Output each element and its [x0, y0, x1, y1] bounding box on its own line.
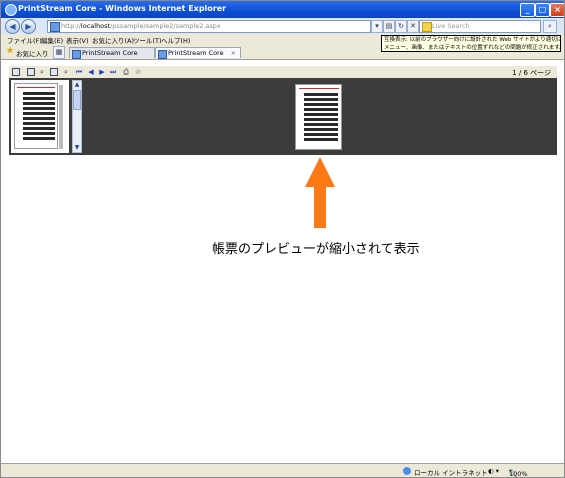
search-icon[interactable]: ⌕	[543, 20, 557, 33]
tab-1[interactable]: PrintStream Core	[69, 47, 155, 59]
scroll-up-icon[interactable]: ▲	[73, 81, 81, 89]
menu-file[interactable]: ファイル(F)	[7, 35, 42, 45]
save-icon[interactable]	[12, 68, 20, 76]
thumbnail-scrollbar[interactable]: ▲ ▼	[72, 80, 82, 153]
url-prefix: http://	[61, 22, 81, 30]
ie-icon	[5, 4, 17, 16]
last-page-icon[interactable]: ⏭	[109, 68, 117, 76]
back-button[interactable]: ◀	[5, 19, 20, 34]
page-content	[23, 92, 55, 142]
tab-2[interactable]: PrintStream Core ×	[155, 47, 241, 59]
stop-icon[interactable]: ⊘	[134, 68, 142, 76]
page-header-rule	[17, 87, 55, 88]
browser-window: PrintStream Core - Windows Internet Expl…	[0, 0, 565, 478]
menu-favorites[interactable]: お気に入り(A)	[92, 35, 134, 45]
quick-tabs-icon[interactable]: ▦	[53, 46, 65, 59]
page-indicator: 1 / 6 ページ	[512, 69, 551, 77]
tab-label: PrintStream Core	[82, 49, 138, 57]
protected-mode-icon[interactable]: ◐ ▾	[488, 467, 499, 475]
thumbnail-page[interactable]	[14, 83, 58, 149]
favorites-star-icon: ★	[6, 46, 15, 56]
arrow-shaft	[314, 186, 326, 228]
page-shadow	[59, 85, 63, 149]
thumbnail-icon[interactable]	[27, 68, 35, 76]
preview-area: ▲ ▼	[9, 78, 557, 155]
intranet-icon	[403, 467, 411, 475]
annotation-caption: 帳票のプレビューが縮小されて表示	[212, 242, 420, 257]
preview-page	[295, 84, 342, 150]
compat-tooltip: 互換表示: 以前のブラウザー向けに設計された Web サイトがより適切に表示され…	[381, 35, 561, 52]
live-search-icon	[422, 22, 432, 32]
prev-page-icon[interactable]: ◀	[87, 68, 95, 76]
refresh-icon[interactable]: ↻	[395, 20, 407, 33]
arrow-up-icon	[305, 157, 335, 187]
forward-button[interactable]: ▶	[21, 19, 36, 34]
search-input[interactable]: Live Search	[419, 20, 541, 33]
menu-tools[interactable]: ツール(T)	[133, 35, 162, 45]
zoom-icon[interactable]: ⌕	[38, 68, 46, 76]
thumbnail-pane[interactable]	[11, 80, 69, 153]
tooltip-line-2: メニュー、画像、またはテキストの位置ずれなどの問題が修正されます。	[384, 45, 561, 51]
favorites-button[interactable]: お気に入り	[16, 48, 49, 58]
page-content	[304, 93, 338, 143]
scroll-thumb[interactable]	[73, 90, 81, 110]
find-icon[interactable]: ⌕	[62, 68, 70, 76]
minimize-button[interactable]: _	[520, 3, 535, 17]
tab-close-icon[interactable]: ×	[231, 48, 236, 59]
compat-view-icon[interactable]: ▤	[383, 20, 395, 33]
close-button[interactable]: ×	[550, 3, 564, 17]
page-icon	[50, 22, 60, 32]
tab-label: PrintStream Core	[168, 49, 224, 57]
url-host: localhost	[80, 22, 111, 30]
tab-page-icon	[72, 50, 81, 59]
title-bar: PrintStream Core - Windows Internet Expl…	[1, 1, 564, 18]
page-header-rule	[299, 88, 339, 89]
zoom-level: 100%	[509, 470, 528, 478]
stop-icon[interactable]: ✕	[407, 20, 419, 33]
menu-help[interactable]: ヘルプ(H)	[161, 35, 190, 45]
dropdown-icon[interactable]: ▾	[371, 20, 383, 33]
address-bar: ◀ ▶ http://localhost/pssample/sample2/sa…	[1, 18, 564, 34]
zoom-button[interactable]: 🔍 100% ▾	[509, 467, 528, 477]
scroll-down-icon[interactable]: ▼	[73, 144, 81, 152]
tab-page-icon	[158, 50, 167, 59]
tooltip-line-1: 互換表示: 以前のブラウザー向けに設計された Web サイトがより適切に表示され	[384, 37, 561, 43]
viewer-toolbar: ⌕ ⌕ ⏮ ◀ ▶ ⏭ ⎙ ⊘ 1 / 6 ページ	[9, 65, 557, 79]
maximize-button[interactable]: □	[535, 3, 550, 17]
menu-view[interactable]: 表示(V)	[66, 35, 89, 45]
menu-edit[interactable]: 編集(E)	[41, 35, 63, 45]
status-bar: ローカル イントラネット ◐ ▾ 🔍 100% ▾	[1, 463, 564, 477]
next-page-icon[interactable]: ▶	[98, 68, 106, 76]
window-title: PrintStream Core - Windows Internet Expl…	[18, 4, 227, 13]
url-input[interactable]: http://localhost/pssample/sample2/sample…	[47, 20, 371, 33]
zone-label: ローカル イントラネット	[414, 469, 488, 477]
first-page-icon[interactable]: ⏮	[75, 68, 83, 76]
search-placeholder: Live Search	[432, 22, 470, 30]
url-path: /pssample/sample2/sample2.aspx	[110, 22, 221, 30]
print-icon[interactable]: ⎙	[122, 68, 130, 76]
fit-page-icon[interactable]	[50, 68, 58, 76]
url-text: http://localhost/pssample/sample2/sample…	[61, 22, 221, 30]
